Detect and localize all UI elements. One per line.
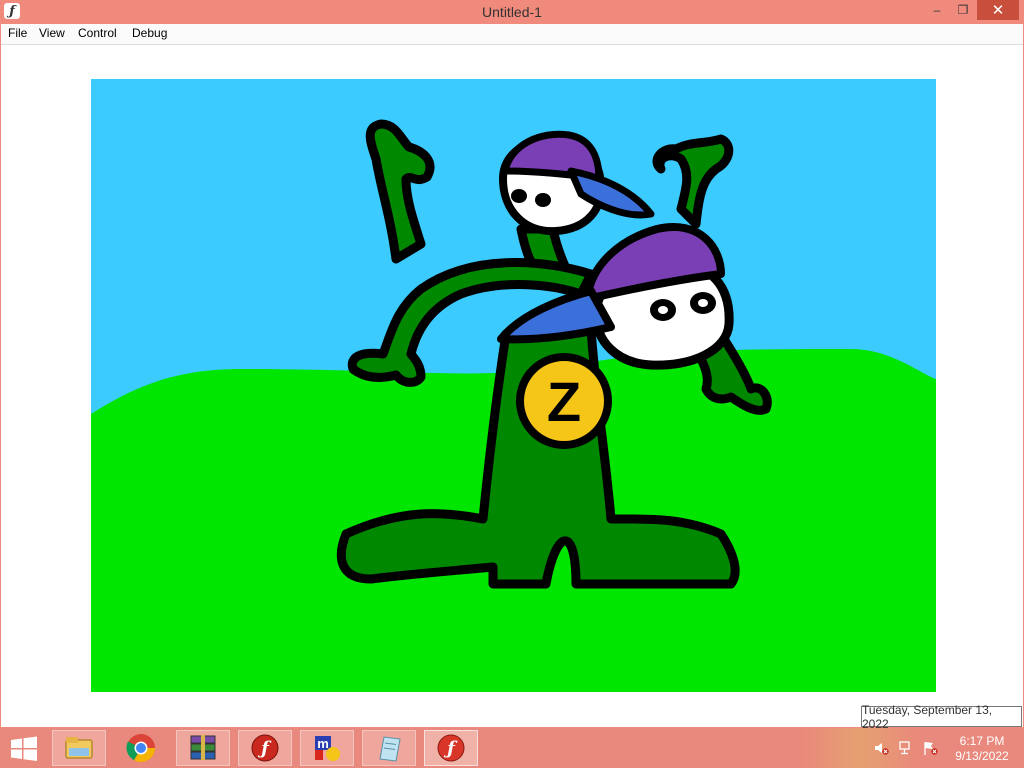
back-eye-right — [535, 193, 551, 207]
front-cap-brim — [497, 287, 615, 344]
right-arm — [652, 134, 734, 229]
restore-button[interactable]: ❐ — [950, 0, 976, 20]
clock-date: 9/13/2022 — [955, 749, 1009, 763]
start-button-icon[interactable] — [8, 736, 40, 762]
network-icon[interactable] — [898, 740, 914, 756]
flash-projector-icon[interactable]: ƒ — [424, 730, 478, 766]
menu-control[interactable]: Control — [78, 26, 117, 40]
player-content-area: Z — [1, 45, 1023, 727]
file-explorer-icon[interactable] — [52, 730, 106, 766]
chrome-icon[interactable] — [114, 730, 168, 766]
menu-debug[interactable]: Debug — [132, 26, 167, 40]
cartoon-scene: Z — [91, 119, 936, 692]
taskbar: ƒ m ƒ 6:17 PM 9/13/2022 — [0, 728, 1024, 768]
flash-stage[interactable]: Z — [91, 79, 936, 692]
title-bar[interactable]: ƒ Untitled-1 – ❐ ✕ — [0, 0, 1024, 24]
menu-file[interactable]: File — [8, 26, 27, 40]
svg-text:m: m — [317, 736, 329, 751]
flash-player-icon[interactable]: ƒ — [238, 730, 292, 766]
action-center-flag-icon[interactable] — [922, 740, 938, 756]
flash-player-window: ƒ Untitled-1 – ❐ ✕ File View Control Deb… — [0, 0, 1024, 728]
clock-time: 6:17 PM — [959, 734, 1005, 748]
notepad-icon[interactable] — [362, 730, 416, 766]
minimize-button[interactable]: – — [924, 0, 950, 20]
window-title: Untitled-1 — [482, 4, 542, 20]
menu-bar: File View Control Debug — [1, 24, 1023, 45]
menu-view[interactable]: View — [39, 26, 65, 40]
mplab-icon[interactable]: m — [300, 730, 354, 766]
date-tooltip: Tuesday, September 13, 2022 — [861, 703, 1022, 731]
close-button[interactable]: ✕ — [977, 0, 1019, 20]
winrar-icon[interactable] — [176, 730, 230, 766]
left-arm — [365, 119, 435, 264]
system-clock[interactable]: 6:17 PM 9/13/2022 — [950, 734, 1014, 764]
back-eye-left — [511, 189, 527, 203]
z-badge-letter: Z — [547, 370, 581, 433]
volume-muted-icon[interactable] — [873, 740, 889, 756]
